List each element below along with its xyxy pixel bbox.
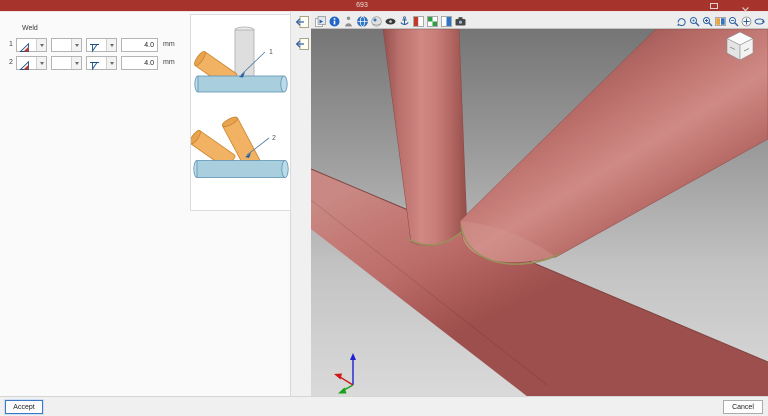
fit-work-area-icon[interactable] bbox=[715, 14, 726, 26]
copy-picture-icon[interactable] bbox=[315, 14, 326, 27]
weld-illustration-card: 1 2 bbox=[190, 14, 291, 211]
empty-option bbox=[52, 39, 71, 51]
pan-hand-icon[interactable] bbox=[741, 14, 752, 27]
zoom-original-icon[interactable] bbox=[689, 14, 700, 27]
bottom-bar: Accept Cancel bbox=[0, 396, 768, 416]
dock-arrow-button-1[interactable] bbox=[294, 14, 309, 28]
info-icon[interactable] bbox=[329, 14, 340, 27]
weld-settings-panel: Weld 1 4.0 mm 2 4.0 mm 1 2 bbox=[0, 12, 291, 396]
reference-sphere-icon[interactable] bbox=[371, 14, 382, 27]
dialog-body: Weld 1 4.0 mm 2 4.0 mm 1 2 bbox=[0, 12, 768, 397]
weld-row-number: 2 bbox=[9, 59, 13, 66]
chevron-down-icon bbox=[106, 57, 116, 69]
weld-group-label: Weld bbox=[22, 25, 38, 32]
chevron-down-icon bbox=[36, 39, 46, 51]
weld-symbol-dropdown-2[interactable] bbox=[86, 56, 117, 71]
view-split-blue-icon[interactable] bbox=[441, 14, 452, 27]
view-toolbar bbox=[311, 12, 768, 28]
weld-row-number: 1 bbox=[9, 41, 13, 48]
zoom-out-icon[interactable] bbox=[728, 14, 739, 27]
weld-1-illustration: 1 bbox=[194, 26, 288, 93]
zoom-in-icon[interactable] bbox=[702, 14, 713, 27]
weld-size-input-1[interactable] bbox=[121, 38, 158, 52]
cancel-button[interactable]: Cancel bbox=[723, 400, 763, 414]
weld-type-triangle-icon bbox=[17, 39, 36, 52]
chevron-down-icon bbox=[71, 57, 81, 69]
chevron-down-icon bbox=[106, 39, 116, 51]
weld-symbol-fillet-icon bbox=[87, 39, 106, 53]
accept-button[interactable]: Accept bbox=[5, 400, 43, 414]
view-toolbar-right bbox=[676, 14, 765, 27]
weld-type-dropdown-2[interactable] bbox=[16, 56, 47, 70]
weld-row-1: 1 mm bbox=[0, 38, 190, 53]
view-red-icon[interactable] bbox=[413, 14, 424, 27]
weld-2-label: 2 bbox=[272, 135, 276, 142]
rotate-icon[interactable] bbox=[676, 14, 687, 27]
weld-size-input-2[interactable] bbox=[121, 56, 158, 70]
view-side-strip bbox=[292, 12, 311, 396]
orbit-icon[interactable] bbox=[754, 14, 765, 25]
weld-symbol-fillet-icon bbox=[87, 57, 106, 71]
weld-prep-dropdown-1[interactable] bbox=[51, 38, 82, 52]
weld-prep-dropdown-2[interactable] bbox=[51, 56, 82, 70]
3d-viewport[interactable] bbox=[311, 28, 768, 397]
unit-label: mm bbox=[163, 41, 175, 48]
chevron-down-icon bbox=[71, 39, 81, 51]
anchor-icon[interactable] bbox=[399, 14, 410, 25]
weld-2-illustration: 2 bbox=[191, 116, 289, 178]
view-area bbox=[311, 12, 768, 397]
weld-1-label: 1 bbox=[269, 49, 273, 56]
empty-option bbox=[52, 57, 71, 69]
view-toolbar-left bbox=[315, 14, 466, 27]
dock-arrow-button-2[interactable] bbox=[294, 36, 309, 50]
window-title: 693 bbox=[356, 2, 368, 9]
camera-icon[interactable] bbox=[455, 14, 466, 26]
view-checker-green-icon[interactable] bbox=[427, 14, 438, 27]
walk-mode-icon[interactable] bbox=[343, 14, 354, 27]
chevron-down-icon bbox=[36, 57, 46, 69]
close-icon[interactable] bbox=[741, 2, 750, 14]
weld-row-2: 2 mm bbox=[0, 56, 190, 71]
unit-label: mm bbox=[163, 59, 175, 66]
weld-type-triangle-icon bbox=[17, 57, 36, 70]
weld-type-dropdown-1[interactable] bbox=[16, 38, 47, 52]
visibility-eye-icon[interactable] bbox=[385, 14, 396, 25]
weld-symbol-dropdown-1[interactable] bbox=[86, 38, 117, 53]
weld-component-dialog: 693 Weld 1 4.0 mm 2 4.0 mm 1 2 Accept Ca… bbox=[0, 0, 768, 416]
workplane-globe-icon[interactable] bbox=[357, 14, 368, 27]
maximize-icon[interactable] bbox=[710, 3, 718, 9]
titlebar[interactable]: 693 bbox=[0, 0, 768, 14]
